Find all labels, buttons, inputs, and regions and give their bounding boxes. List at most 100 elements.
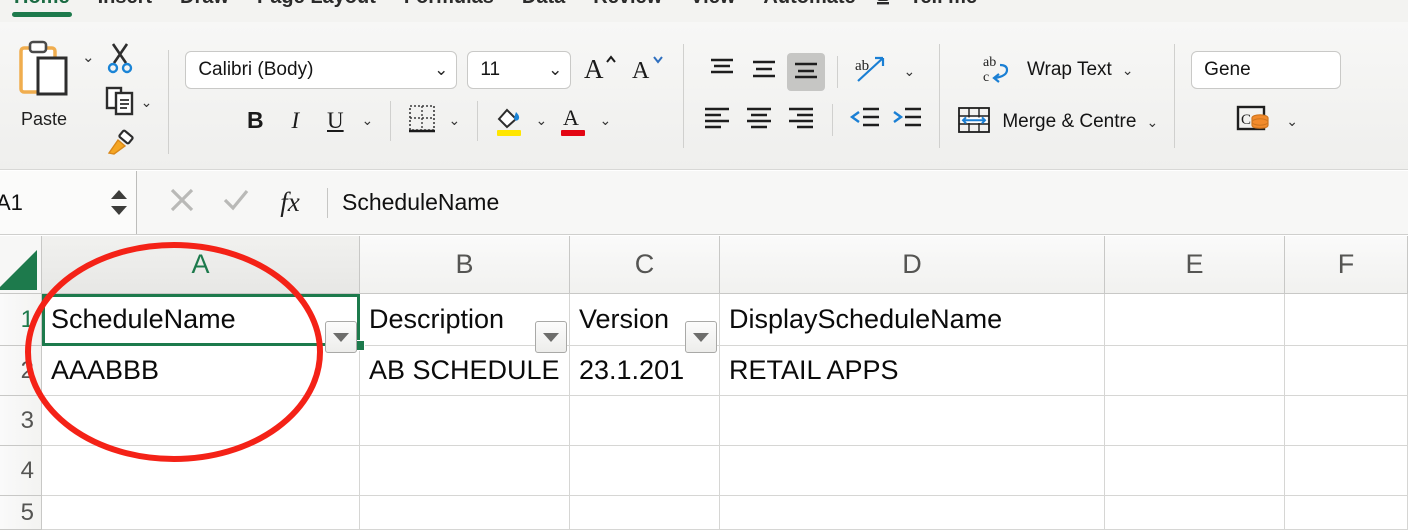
borders-icon: [407, 103, 437, 138]
tab-page-layout[interactable]: Page Layout: [243, 0, 390, 12]
tab-view[interactable]: View: [676, 0, 749, 12]
merge-centre-chevron-down-icon[interactable]: ⌄: [1146, 114, 1158, 131]
align-bottom-button[interactable]: [787, 52, 826, 91]
formula-input[interactable]: ScheduleName: [338, 171, 1408, 234]
data-types-button[interactable]: C: [1234, 103, 1276, 141]
column-header-d[interactable]: D: [720, 236, 1105, 294]
cell-C2[interactable]: 23.1.201: [570, 346, 720, 396]
text-orientation-options-button[interactable]: ⌄: [898, 53, 920, 91]
tab-data[interactable]: Data: [508, 0, 579, 12]
font-color-button[interactable]: A: [554, 102, 592, 140]
filter-dropdown-column-c[interactable]: [685, 321, 717, 353]
decrease-font-size-button[interactable]: A: [629, 51, 667, 89]
font-family-select[interactable]: Calibri (Body) ⌄: [185, 50, 458, 89]
cell-C4[interactable]: [570, 446, 720, 496]
text-orientation-button[interactable]: ab: [850, 53, 894, 91]
cell-D5[interactable]: [720, 496, 1105, 530]
cell-C5[interactable]: [570, 496, 720, 530]
format-painter-button[interactable]: [105, 124, 153, 164]
cell-B2[interactable]: AB SCHEDULE: [360, 346, 570, 396]
italic-button[interactable]: I: [276, 102, 314, 140]
row-header-4[interactable]: 4: [0, 446, 42, 496]
fill-color-button[interactable]: [490, 102, 528, 140]
insert-function-button[interactable]: fx: [263, 171, 317, 235]
row-header-2[interactable]: 2: [0, 346, 42, 396]
underline-button[interactable]: U: [316, 102, 354, 140]
borders-button[interactable]: [403, 102, 441, 140]
cell-C3[interactable]: [570, 396, 720, 446]
filter-dropdown-column-b[interactable]: [535, 321, 567, 353]
cell-E3[interactable]: [1105, 396, 1285, 446]
column-header-e[interactable]: E: [1105, 236, 1285, 294]
cell-E4[interactable]: [1105, 446, 1285, 496]
tab-formulas[interactable]: Formulas: [390, 0, 508, 12]
tab-insert[interactable]: Insert: [84, 0, 166, 12]
tab-home[interactable]: Home: [0, 0, 84, 17]
column-header-c[interactable]: C: [570, 236, 720, 294]
copy-options-chevron-down-icon[interactable]: ⌄: [141, 94, 153, 111]
cell-D2[interactable]: RETAIL APPS: [720, 346, 1105, 396]
underline-options-button[interactable]: ⌄: [356, 102, 378, 140]
align-middle-button[interactable]: [745, 53, 783, 91]
cut-button[interactable]: [105, 40, 153, 80]
cell-E2[interactable]: [1105, 346, 1285, 396]
align-top-button[interactable]: [703, 53, 741, 91]
font-color-options-button[interactable]: ⌄: [594, 102, 616, 140]
paste-button[interactable]: Paste: [6, 34, 82, 130]
cell-B3[interactable]: [360, 396, 570, 446]
column-header-f[interactable]: F: [1285, 236, 1408, 294]
increase-font-size-button[interactable]: A: [581, 51, 619, 89]
name-box-spinner[interactable]: [110, 189, 128, 216]
number-format-select[interactable]: Gene: [1191, 50, 1342, 89]
cell-A1[interactable]: ScheduleName: [42, 294, 360, 346]
tab-automate[interactable]: Automate: [749, 0, 869, 12]
cell-E1[interactable]: [1105, 294, 1285, 346]
cell-B4[interactable]: [360, 446, 570, 496]
tab-tell-me[interactable]: Tell me: [896, 0, 991, 12]
cell-B5[interactable]: [360, 496, 570, 530]
cell-F3[interactable]: [1285, 396, 1408, 446]
cell-D3[interactable]: [720, 396, 1105, 446]
name-box[interactable]: A1: [0, 171, 137, 234]
cell-F1[interactable]: [1285, 294, 1408, 346]
data-types-chevron-down-icon[interactable]: ⌄: [1286, 113, 1298, 130]
cell-F2[interactable]: [1285, 346, 1408, 396]
borders-options-button[interactable]: ⌄: [443, 102, 465, 140]
cell-A4[interactable]: [42, 446, 360, 496]
cell-F5[interactable]: [1285, 496, 1408, 530]
bold-button[interactable]: B: [236, 102, 274, 140]
align-left-button[interactable]: [698, 101, 736, 139]
paste-options-chevron-down-icon[interactable]: ⌄: [82, 50, 95, 65]
cell-D1[interactable]: DisplayScheduleName: [720, 294, 1105, 346]
align-top-icon: [706, 55, 738, 88]
align-right-button[interactable]: [782, 101, 820, 139]
cell-F4[interactable]: [1285, 446, 1408, 496]
divider-clipboard-font: [168, 49, 170, 154]
column-header-b[interactable]: B: [360, 236, 570, 294]
increase-indent-button[interactable]: [887, 101, 925, 139]
ribbon-display-options-icon[interactable]: [870, 0, 896, 11]
row-header-1[interactable]: 1: [0, 294, 42, 346]
cell-E5[interactable]: [1105, 496, 1285, 530]
decrease-indent-button[interactable]: [845, 101, 883, 139]
cell-A3[interactable]: [42, 396, 360, 446]
copy-button[interactable]: ⌄: [105, 82, 153, 122]
row-header-5[interactable]: 5: [0, 496, 42, 530]
formula-cancel-button[interactable]: [155, 171, 209, 235]
merge-centre-button[interactable]: Merge & Centre ⌄: [956, 104, 1158, 141]
cell-A5[interactable]: [42, 496, 360, 530]
tab-draw[interactable]: Draw: [166, 0, 243, 12]
align-center-button[interactable]: [740, 101, 778, 139]
wrap-text-chevron-down-icon[interactable]: ⌄: [1122, 62, 1134, 79]
row-header-3[interactable]: 3: [0, 396, 42, 446]
filter-dropdown-column-a[interactable]: [325, 321, 357, 353]
wrap-text-button[interactable]: ab c Wrap Text ⌄: [981, 51, 1134, 90]
select-all-button[interactable]: [0, 236, 42, 294]
formula-enter-button[interactable]: [209, 171, 263, 235]
column-header-a[interactable]: A: [42, 236, 360, 294]
cell-D4[interactable]: [720, 446, 1105, 496]
tab-review[interactable]: Review: [579, 0, 676, 12]
fill-color-options-button[interactable]: ⌄: [530, 102, 552, 140]
cell-A2[interactable]: AAABBB: [42, 346, 360, 396]
font-size-select[interactable]: 11 ⌄: [467, 50, 572, 89]
